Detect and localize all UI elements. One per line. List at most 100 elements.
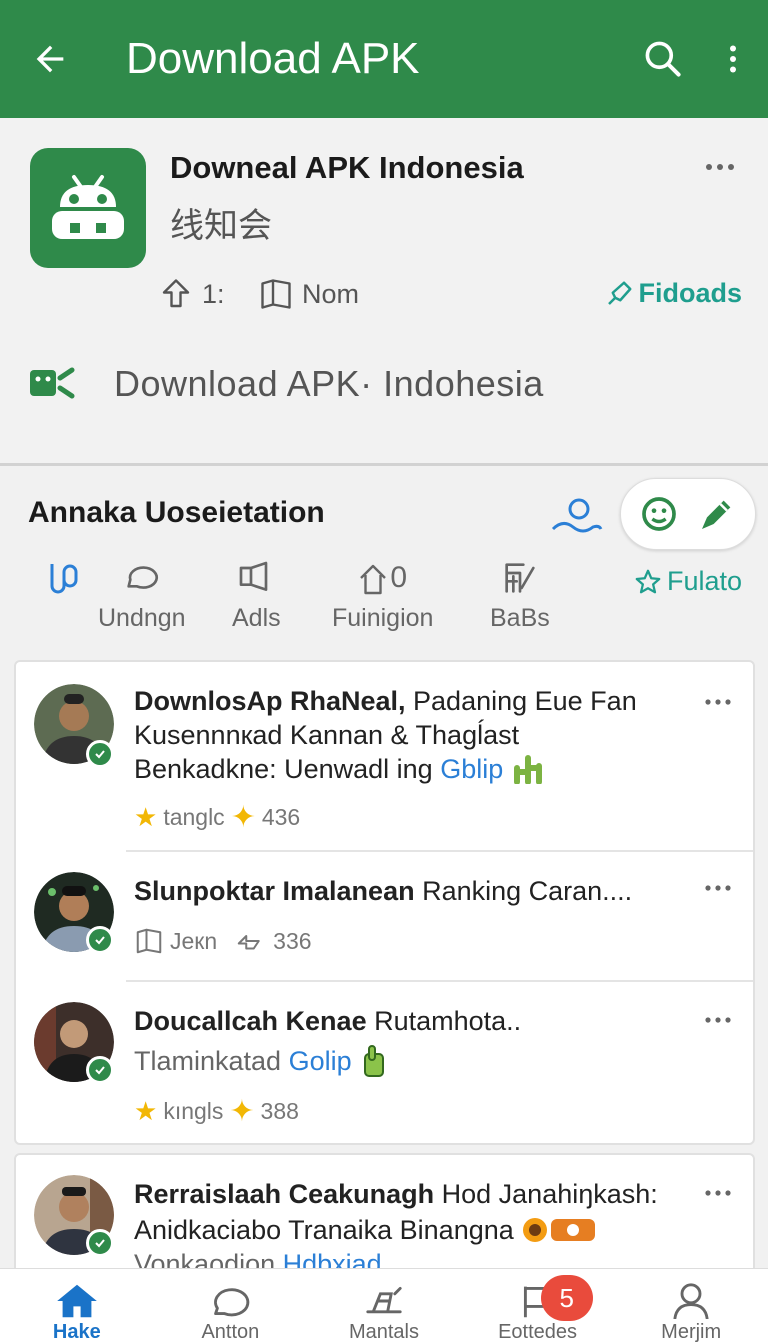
check-icon	[95, 750, 105, 759]
category-babs[interactable]: BaBs	[490, 558, 550, 633]
app-more-button[interactable]	[700, 152, 740, 182]
download-row[interactable]: Download APK· Indohesia	[28, 363, 544, 405]
app-info-card: Downeal APK Indonesia 线知会 1: Nom Fidoads…	[0, 118, 768, 466]
more-horiz-icon	[705, 1190, 731, 1196]
check-icon	[95, 936, 105, 945]
meta-label: Jeкn	[170, 927, 218, 954]
action-pill	[620, 478, 756, 550]
category-label: BaBs	[490, 604, 550, 632]
more-vert-icon	[730, 45, 736, 73]
category-label: Undngn	[98, 604, 186, 632]
share-arrow-icon	[237, 935, 260, 950]
nav-home[interactable]: Hake	[0, 1269, 154, 1344]
more-horiz-icon	[705, 699, 731, 705]
app-logo	[30, 148, 146, 268]
fidoads-label: Fidoads	[638, 278, 742, 308]
post-line-1: Rerraislaah Ceakunagh Hod Janahiŋkash:	[134, 1179, 658, 1209]
download-label: Download APK· Indohesia	[114, 363, 544, 404]
pin-tag-icon	[608, 281, 632, 305]
feed-item[interactable]: Slunpoktar Imalanean Ranking Caran.... J…	[16, 852, 753, 980]
chat-bubble-icon	[127, 566, 158, 589]
featured-label: Fulato	[666, 566, 742, 596]
post-more-button[interactable]	[701, 692, 735, 712]
home-count: 0	[358, 558, 407, 598]
share-stat-value: 1:	[202, 278, 225, 309]
page-title: Download APK	[126, 34, 420, 83]
meta-count: 436	[261, 804, 301, 830]
profile-wave-button[interactable]	[550, 490, 604, 544]
post-more-button[interactable]	[701, 878, 735, 898]
more-horiz-icon	[706, 164, 734, 170]
tools-icon	[366, 1286, 402, 1314]
check-icon	[95, 1239, 105, 1248]
verified-badge	[86, 926, 114, 954]
post-meta: Jeкn 336	[134, 926, 312, 956]
book-stat[interactable]: Nom	[258, 276, 359, 312]
category-fuinigion[interactable]: 0 Fuinigion	[332, 558, 433, 633]
check-icon	[95, 1066, 105, 1075]
chat-icon	[214, 1288, 250, 1317]
user-wave-icon	[551, 498, 603, 533]
back-button[interactable]	[0, 0, 100, 118]
more-horiz-icon	[705, 885, 731, 891]
featured-link[interactable]: Fulato	[633, 566, 742, 597]
feed-item[interactable]: DownlosAp RhaNeal, Padaning Eue Fan Kuse…	[16, 662, 753, 850]
post-meta: ★ tanglc ✦ 436	[134, 800, 300, 835]
overflow-menu-button[interactable]	[698, 0, 768, 118]
star-outline-icon	[635, 569, 661, 593]
meta-label: kıngls	[163, 1098, 224, 1124]
nav-profile[interactable]: Merjim	[614, 1269, 768, 1344]
arrow-left-icon	[36, 45, 64, 73]
post-more-button[interactable]	[701, 1010, 735, 1030]
app-name: Downeal APK Indonesia	[170, 150, 524, 185]
category-label: Adls	[232, 604, 281, 632]
more-horiz-icon	[705, 1017, 731, 1023]
app-bar: Download APK	[0, 0, 768, 118]
category-section: Annaka Uoseietation Undngn Adls 0 Fuinig…	[0, 466, 768, 658]
post-line-1: Doucallcah Kenae Rutamhota..	[134, 1006, 522, 1036]
cactus-sticker-icon	[513, 755, 542, 785]
meta-count: 388	[260, 1098, 299, 1124]
star-icon: ★	[134, 802, 158, 832]
home-icon	[56, 1284, 97, 1318]
nav-tools[interactable]: Mantals	[307, 1269, 461, 1344]
post-line-3: Benkadkne: Uenwadl ing Gblip	[134, 754, 545, 785]
feed-item[interactable]: Doucallcah Kenae Rutamhota.. Tlaminkatad…	[16, 982, 753, 1145]
post-line-2: Tlaminkatad Golip	[134, 1044, 389, 1078]
meta-count: 336	[273, 927, 312, 954]
meta-label: tanglc	[163, 804, 225, 830]
sparkle-star-icon: ✦	[229, 1095, 255, 1128]
home-count-value: 0	[390, 561, 408, 594]
section-title: Annaka Uoseietation	[28, 496, 325, 529]
fidoads-link[interactable]: Fidoads	[604, 278, 742, 309]
nav-chat[interactable]: Antton	[154, 1269, 308, 1344]
pen-icon[interactable]	[697, 494, 737, 534]
share-up-icon	[162, 279, 190, 308]
nav-label: Eottedes	[498, 1321, 578, 1343]
category-label: Fuinigion	[332, 604, 434, 632]
share-stat[interactable]: 1:	[158, 276, 225, 312]
sparkle-star-icon: ✦	[230, 801, 256, 834]
feed-card: DownlosAp RhaNeal, Padaning Eue Fan Kuse…	[14, 660, 755, 1145]
download-app-icon	[30, 367, 75, 399]
search-button[interactable]	[628, 0, 698, 118]
verified-badge	[86, 1229, 114, 1257]
hand-sticker-icon	[364, 1045, 385, 1077]
verified-badge	[86, 740, 114, 768]
link-icon	[50, 564, 78, 594]
nav-label: Antton	[201, 1321, 260, 1343]
search-icon	[645, 41, 681, 77]
post-line-1: Slunpoktar Imalanean Ranking Caran....	[134, 876, 633, 906]
post-line-1: DownlosAp RhaNeal, Padaning Eue Fan	[134, 686, 637, 716]
post-line-2: Kusennnкad Kannan & Thagĺast	[134, 720, 520, 750]
post-more-button[interactable]	[701, 1183, 735, 1203]
category-adls[interactable]: Adls	[232, 558, 281, 633]
star-icon: ★	[134, 1096, 158, 1126]
category-undngn[interactable]: Undngn	[98, 558, 186, 633]
category-link[interactable]	[44, 558, 88, 598]
notification-badge: 5	[540, 1275, 593, 1321]
smiley-chat-icon[interactable]	[639, 494, 679, 534]
nav-notifications[interactable]: Eottedes 5	[461, 1269, 615, 1344]
book-stat-value: Nom	[302, 278, 360, 309]
edit-chart-icon	[505, 563, 535, 593]
